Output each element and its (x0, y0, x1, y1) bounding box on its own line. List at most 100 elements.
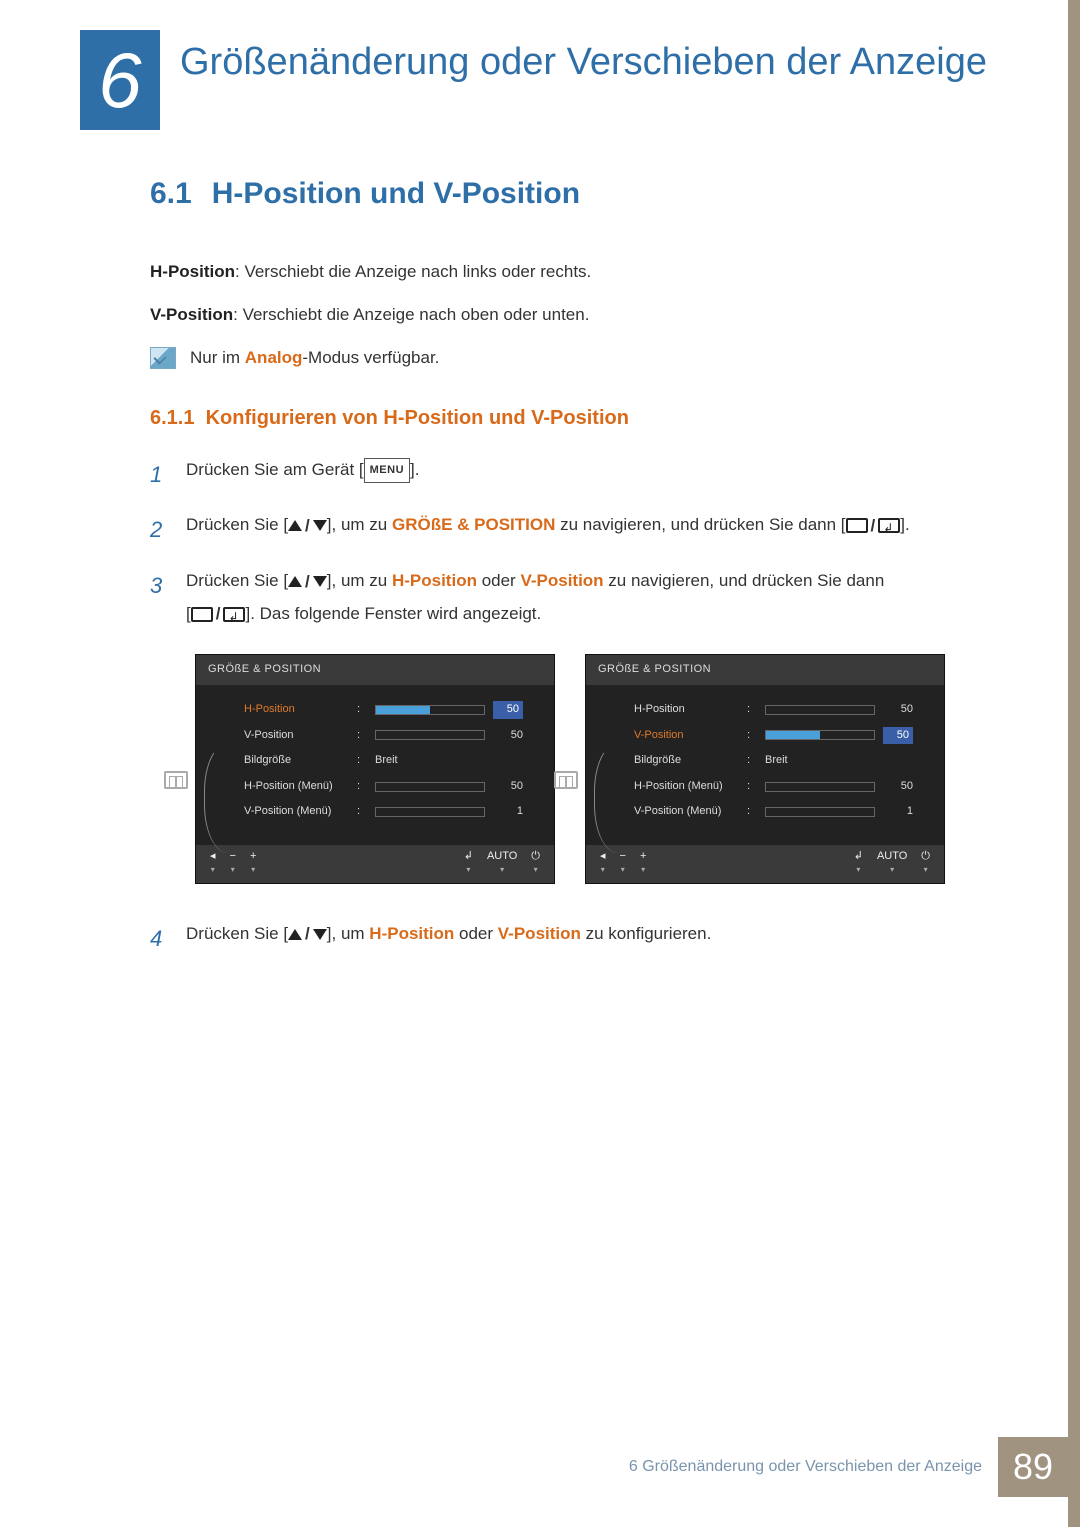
source-enter-icon: / (846, 510, 901, 542)
osd-title: GRÖßE & POSITION (586, 655, 944, 685)
up-down-arrows-icon: / (288, 510, 327, 542)
triangle-down-icon (313, 929, 327, 940)
step-text: ], um (327, 924, 370, 943)
osd-power-icon: ⏻▾ (921, 851, 930, 877)
osd-value: 50 (883, 727, 913, 745)
osd-enter-icon: ↲▾ (854, 851, 863, 877)
page-footer: 6 Größenänderung oder Verschieben der An… (0, 1437, 1068, 1527)
osd-value: 50 (883, 778, 913, 796)
side-stripe (1068, 0, 1080, 1527)
nav-target: GRÖßE & POSITION (392, 515, 555, 534)
step-text: ], um zu (327, 515, 392, 534)
osd-plus-icon: +▾ (640, 851, 646, 877)
osd-item-label: V-Position (Menü) (244, 803, 349, 821)
step-1: 1 Drücken Sie am Gerät [MENU]. (150, 454, 990, 496)
step-text: Drücken Sie am Gerät [ (186, 460, 364, 479)
nav-target: V-Position (520, 571, 603, 590)
chapter-title: Größenänderung oder Verschieben der Anze… (180, 30, 987, 86)
note-pre: Nur im (190, 348, 245, 367)
step-body: Drücken Sie am Gerät [MENU]. (186, 454, 990, 496)
osd-slider (765, 730, 875, 740)
osd-item-label: H-Position (634, 701, 739, 719)
step-body: Drücken Sie [/], um H-Position oder V-Po… (186, 918, 990, 960)
osd-title: GRÖßE & POSITION (196, 655, 554, 685)
osd-body: H-Position:50 V-Position:50 Bildgröße:Br… (196, 685, 554, 845)
osd-footer: ◂▾ −▾ +▾ ↲▾ AUTO▾ ⏻▾ (586, 845, 944, 883)
step-text: ]. Das folgende Fenster wird angezeigt. (245, 604, 541, 623)
step-text: Drücken Sie [ (186, 924, 288, 943)
section-number: 6.1 (150, 177, 192, 210)
menu-button-icon: MENU (364, 458, 410, 483)
osd-slider (375, 705, 485, 715)
triangle-down-icon (313, 520, 327, 531)
osd-value: 50 (883, 701, 913, 719)
enter-icon (223, 607, 245, 622)
section-title: H-Position und V-Position (212, 177, 580, 210)
osd-curve-decoration (204, 743, 228, 853)
step-number: 3 (150, 565, 168, 630)
note-row: Nur im Analog-Modus verfügbar. (150, 344, 990, 371)
osd-value: Breit (765, 752, 788, 770)
osd-slider (765, 782, 875, 792)
page-number: 89 (998, 1437, 1068, 1497)
triangle-up-icon (288, 520, 302, 531)
osd-screenshots-row: GRÖßE & POSITION H-Position:50 V-Positio… (150, 654, 990, 883)
osd-slider (765, 807, 875, 817)
step-number: 1 (150, 454, 168, 496)
up-down-arrows-icon: / (288, 566, 327, 598)
osd-slider (375, 782, 485, 792)
osd-plus-icon: +▾ (250, 851, 256, 877)
step-body: Drücken Sie [/], um zu H-Position oder V… (186, 565, 990, 630)
step-text: ], um zu (327, 571, 392, 590)
step-text: zu navigieren, und drücken Sie dann (604, 571, 885, 590)
osd-curve-decoration (594, 743, 618, 853)
osd-item-label: H-Position (Menü) (244, 778, 349, 796)
hposition-label: H-Position (150, 262, 235, 281)
osd-minus-icon: −▾ (230, 851, 236, 877)
osd-value: 50 (493, 701, 523, 719)
note-post: -Modus verfügbar. (302, 348, 439, 367)
osd-value: 1 (883, 803, 913, 821)
osd-slider (375, 807, 485, 817)
osd-slider (765, 705, 875, 715)
vposition-text: : Verschiebt die Anzeige nach oben oder … (233, 305, 589, 324)
subsection-heading: 6.1.1 Konfigurieren von H-Position und V… (150, 402, 990, 434)
osd-back-icon: ◂▾ (210, 851, 216, 877)
osd-item-label: H-Position (Menü) (634, 778, 739, 796)
step-text: oder (477, 571, 520, 590)
step-text: zu navigieren, und drücken Sie dann [ (555, 515, 845, 534)
osd-item-label: Bildgröße (244, 752, 349, 770)
osd-item-label: V-Position (634, 727, 739, 745)
osd-footer: ◂▾ −▾ +▾ ↲▾ AUTO▾ ⏻▾ (196, 845, 554, 883)
step-text: oder (454, 924, 497, 943)
step-text: zu konfigurieren. (581, 924, 711, 943)
note-bold: Analog (245, 348, 303, 367)
triangle-up-icon (288, 576, 302, 587)
osd-auto-label: AUTO▾ (487, 851, 517, 877)
osd-item-label: H-Position (244, 701, 349, 719)
step-4: 4 Drücken Sie [/], um H-Position oder V-… (150, 918, 990, 960)
step-text: ]. (900, 515, 909, 534)
osd-value: Breit (375, 752, 398, 770)
steps-list: 1 Drücken Sie am Gerät [MENU]. 2 Drücken… (150, 454, 990, 631)
osd-category-icon (554, 771, 578, 789)
step-text: ]. (410, 460, 419, 479)
steps-list-continued: 4 Drücken Sie [/], um H-Position oder V-… (150, 918, 990, 960)
triangle-up-icon (288, 929, 302, 940)
vposition-label: V-Position (150, 305, 233, 324)
up-down-arrows-icon: / (288, 918, 327, 950)
osd-slider (375, 730, 485, 740)
osd-back-icon: ◂▾ (600, 851, 606, 877)
osd-panel-hposition: GRÖßE & POSITION H-Position:50 V-Positio… (195, 654, 555, 883)
rect-icon (846, 518, 868, 533)
osd-item-label: V-Position (244, 727, 349, 745)
note-icon (150, 347, 176, 369)
step-3: 3 Drücken Sie [/], um zu H-Position oder… (150, 565, 990, 630)
osd-value: 1 (493, 803, 523, 821)
rect-icon (191, 607, 213, 622)
osd-enter-icon: ↲▾ (464, 851, 473, 877)
osd-power-icon: ⏻▾ (531, 851, 540, 877)
section-heading: 6.1 H-Position und V-Position (150, 170, 990, 218)
osd-item-label: Bildgröße (634, 752, 739, 770)
triangle-down-icon (313, 576, 327, 587)
